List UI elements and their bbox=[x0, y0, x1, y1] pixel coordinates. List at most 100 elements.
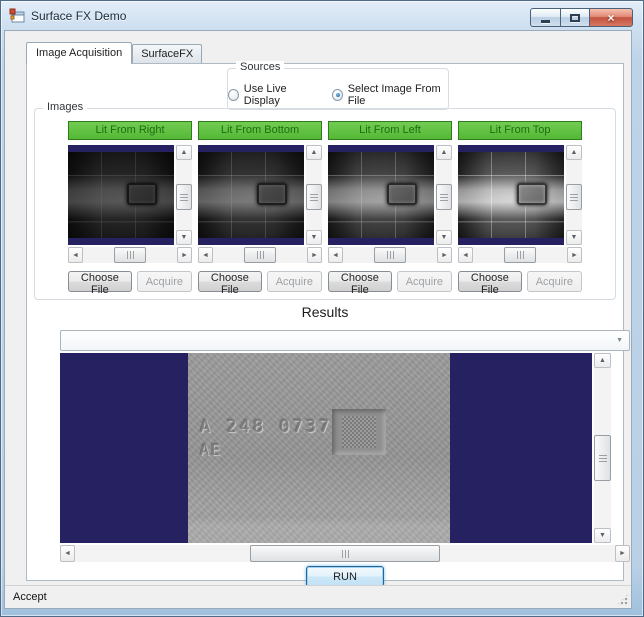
scroll-right-icon[interactable]: ► bbox=[177, 247, 192, 263]
images-legend: Images bbox=[43, 101, 88, 113]
results-combobox[interactable]: ▼ bbox=[60, 330, 630, 351]
scroll-track[interactable] bbox=[436, 160, 452, 230]
scroll-up-icon[interactable]: ▲ bbox=[594, 353, 611, 368]
scroll-up-icon[interactable]: ▲ bbox=[306, 145, 322, 160]
scroll-track[interactable] bbox=[566, 160, 582, 230]
tab-page-image-acquisition: Sources Use Live Display Select Image Fr… bbox=[26, 61, 630, 587]
scroll-right-icon[interactable]: ► bbox=[567, 247, 582, 263]
results-vertical-scrollbar[interactable]: ▲ ▼ bbox=[594, 353, 611, 543]
minimize-button[interactable] bbox=[530, 8, 560, 27]
panel-header: Lit From Bottom bbox=[198, 121, 322, 140]
scroll-track[interactable] bbox=[594, 368, 611, 528]
scroll-left-icon[interactable]: ◄ bbox=[198, 247, 213, 263]
scroll-right-icon[interactable]: ► bbox=[615, 545, 630, 562]
thumb-grip-icon bbox=[127, 251, 134, 259]
photo-surface bbox=[328, 152, 434, 238]
scroll-right-icon[interactable]: ► bbox=[437, 247, 452, 263]
tab-image-acquisition[interactable]: Image Acquisition bbox=[26, 42, 133, 64]
acquire-button[interactable]: Acquire bbox=[136, 271, 192, 292]
thumb-grip-icon bbox=[310, 193, 318, 201]
title-bar[interactable]: Surface FX Demo × bbox=[1, 1, 643, 30]
panel-vertical-scrollbar[interactable]: ▲ ▼ bbox=[436, 145, 452, 245]
images-groupbox: Images Lit From Right ▲ ▼ ◄ ► Choose Fil… bbox=[34, 101, 616, 300]
panel-photo[interactable] bbox=[68, 145, 174, 245]
scroll-down-icon[interactable]: ▼ bbox=[176, 230, 192, 245]
scroll-up-icon[interactable]: ▲ bbox=[176, 145, 192, 160]
scroll-left-icon[interactable]: ◄ bbox=[458, 247, 473, 263]
scroll-thumb[interactable] bbox=[374, 247, 406, 263]
close-button[interactable]: × bbox=[589, 8, 633, 27]
scroll-track[interactable] bbox=[306, 160, 322, 230]
panel-horizontal-scrollbar[interactable]: ◄ ► bbox=[68, 247, 192, 263]
thumb-grip-icon bbox=[570, 193, 578, 201]
choose-file-button[interactable]: Choose File bbox=[458, 271, 522, 296]
results-image[interactable]: A 248 0737 AE bbox=[60, 353, 592, 543]
radio-use-live-display[interactable]: Use Live Display bbox=[228, 83, 316, 107]
sources-groupbox: Sources Use Live Display Select Image Fr… bbox=[227, 61, 449, 110]
scroll-left-icon[interactable]: ◄ bbox=[68, 247, 83, 263]
scroll-thumb[interactable] bbox=[594, 435, 611, 482]
scroll-track[interactable] bbox=[176, 160, 192, 230]
choose-file-button[interactable]: Choose File bbox=[328, 271, 392, 296]
chevron-down-icon: ▼ bbox=[616, 337, 623, 344]
acquire-button[interactable]: Acquire bbox=[396, 271, 452, 292]
resize-grip[interactable] bbox=[616, 593, 629, 606]
datamatrix-recess bbox=[332, 409, 386, 455]
acquire-button[interactable]: Acquire bbox=[266, 271, 322, 292]
thumb-grip-icon bbox=[387, 251, 394, 259]
results-section: ▼ A 248 0737 AE ▲ ▼ ◄ ► RUN bbox=[60, 330, 630, 587]
scroll-thumb[interactable] bbox=[244, 247, 276, 263]
panel-lit-from-bottom: Lit From Bottom ▲ ▼ ◄ ► Choose File Acqu… bbox=[198, 121, 322, 296]
results-horizontal-scrollbar[interactable]: ◄ ► bbox=[60, 545, 630, 562]
scroll-thumb[interactable] bbox=[176, 183, 192, 210]
panel-horizontal-scrollbar[interactable]: ◄ ► bbox=[198, 247, 322, 263]
scroll-track[interactable] bbox=[83, 247, 177, 263]
choose-file-button[interactable]: Choose File bbox=[198, 271, 262, 296]
run-button[interactable]: RUN bbox=[306, 566, 384, 587]
panel-image-view: ▲ ▼ bbox=[328, 145, 452, 245]
scroll-track[interactable] bbox=[75, 545, 615, 562]
radio-live-label: Use Live Display bbox=[243, 83, 287, 107]
scroll-thumb[interactable] bbox=[566, 183, 582, 210]
scroll-down-icon[interactable]: ▼ bbox=[566, 230, 582, 245]
tab-surfacefx[interactable]: SurfaceFX bbox=[132, 44, 203, 63]
scroll-up-icon[interactable]: ▲ bbox=[566, 145, 582, 160]
panel-photo[interactable] bbox=[458, 145, 564, 245]
panel-horizontal-scrollbar[interactable]: ◄ ► bbox=[328, 247, 452, 263]
app-icon bbox=[9, 8, 25, 22]
panel-lit-from-right: Lit From Right ▲ ▼ ◄ ► Choose File Acqui… bbox=[68, 121, 192, 296]
panel-header: Lit From Right bbox=[68, 121, 192, 140]
scroll-right-icon[interactable]: ► bbox=[307, 247, 322, 263]
panel-photo[interactable] bbox=[198, 145, 304, 245]
panel-image-view: ▲ ▼ bbox=[68, 145, 192, 245]
scroll-down-icon[interactable]: ▼ bbox=[306, 230, 322, 245]
panel-photo[interactable] bbox=[328, 145, 434, 245]
panel-vertical-scrollbar[interactable]: ▲ ▼ bbox=[306, 145, 322, 245]
scroll-left-icon[interactable]: ◄ bbox=[328, 247, 343, 263]
scroll-thumb[interactable] bbox=[114, 247, 146, 263]
panel-vertical-scrollbar[interactable]: ▲ ▼ bbox=[176, 145, 192, 245]
scroll-up-icon[interactable]: ▲ bbox=[436, 145, 452, 160]
scroll-track[interactable] bbox=[343, 247, 437, 263]
minimize-icon bbox=[541, 19, 550, 23]
scroll-down-icon[interactable]: ▼ bbox=[594, 528, 611, 543]
scroll-track[interactable] bbox=[473, 247, 567, 263]
panel-horizontal-scrollbar[interactable]: ◄ ► bbox=[458, 247, 582, 263]
maximize-button[interactable] bbox=[560, 8, 589, 27]
choose-file-button[interactable]: Choose File bbox=[68, 271, 132, 296]
datamatrix-plate bbox=[127, 182, 158, 205]
scroll-thumb[interactable] bbox=[250, 545, 440, 562]
photo-grid-lines bbox=[328, 152, 434, 238]
radio-select-image-from-file[interactable]: Select Image From File bbox=[331, 83, 448, 107]
scroll-thumb[interactable] bbox=[504, 247, 536, 263]
acquire-button[interactable]: Acquire bbox=[526, 271, 582, 292]
scroll-thumb[interactable] bbox=[436, 183, 452, 210]
radio-file-label: Select Image From File bbox=[347, 83, 441, 107]
scroll-down-icon[interactable]: ▼ bbox=[436, 230, 452, 245]
scroll-track[interactable] bbox=[213, 247, 307, 263]
scroll-left-icon[interactable]: ◄ bbox=[60, 545, 75, 562]
photo-bottom-band bbox=[458, 238, 564, 245]
scroll-thumb[interactable] bbox=[306, 183, 322, 210]
datamatrix-plate bbox=[257, 182, 288, 205]
panel-vertical-scrollbar[interactable]: ▲ ▼ bbox=[566, 145, 582, 245]
